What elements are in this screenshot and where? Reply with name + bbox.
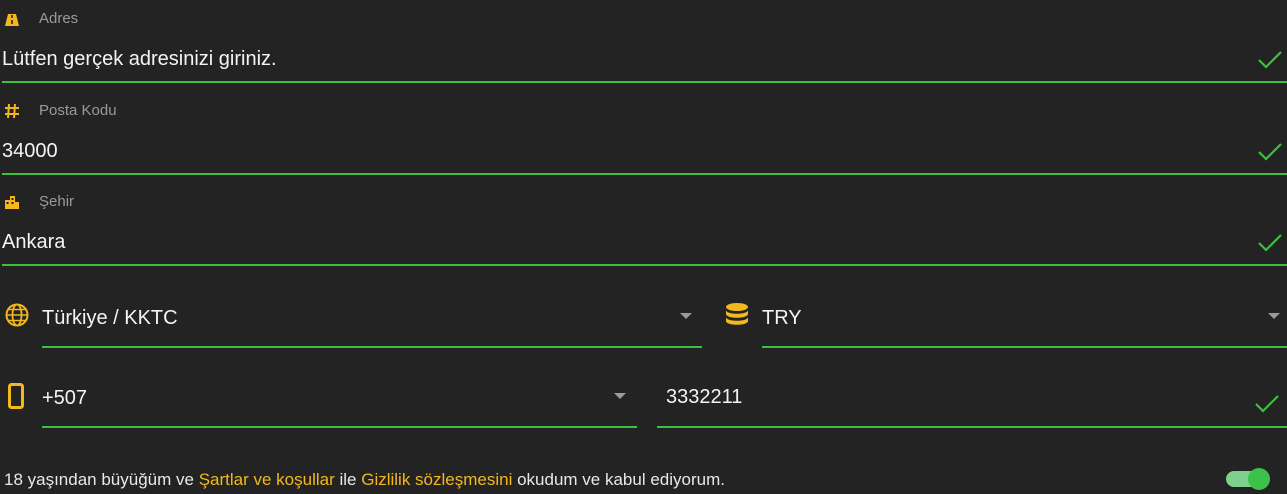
city-icon bbox=[5, 196, 19, 209]
address-field: Adres bbox=[0, 8, 1287, 86]
city-field: Şehir bbox=[0, 191, 1287, 269]
hash-icon bbox=[5, 103, 19, 119]
terms-conditions-link[interactable]: Şartlar ve koşullar bbox=[199, 470, 335, 489]
check-icon bbox=[1255, 395, 1279, 413]
phone-code-underline bbox=[42, 426, 637, 428]
terms-suffix: okudum ve kabul ediyorum. bbox=[512, 470, 725, 489]
phone-number-input[interactable] bbox=[666, 386, 1226, 409]
terms-middle: ile bbox=[334, 470, 362, 489]
road-icon bbox=[5, 14, 19, 26]
phone-code-value: +507 bbox=[42, 387, 88, 409]
currency-value: TRY bbox=[762, 307, 802, 329]
check-icon bbox=[1258, 234, 1282, 252]
phone-number-field bbox=[657, 380, 1287, 432]
terms-toggle[interactable] bbox=[1226, 468, 1270, 490]
chevron-down-icon[interactable] bbox=[680, 313, 692, 319]
postal-code-input[interactable] bbox=[2, 140, 1232, 163]
privacy-agreement-link[interactable]: Gizlilik sözleşmesini bbox=[361, 470, 512, 489]
currency-underline bbox=[762, 346, 1287, 348]
postal-code-label: Posta Kodu bbox=[39, 102, 117, 119]
globe-icon bbox=[5, 303, 29, 327]
terms-text: 18 yaşından büyüğüm ve Şartlar ve koşull… bbox=[4, 470, 725, 490]
phone-code-select[interactable]: +507 bbox=[0, 380, 640, 432]
city-input[interactable] bbox=[2, 231, 1232, 254]
toggle-knob bbox=[1248, 468, 1270, 490]
check-icon bbox=[1258, 51, 1282, 69]
mobile-icon bbox=[8, 383, 24, 409]
city-label: Şehir bbox=[39, 193, 75, 210]
phone-number-underline bbox=[657, 426, 1287, 428]
country-underline bbox=[42, 346, 702, 348]
city-underline bbox=[2, 264, 1287, 266]
address-underline bbox=[2, 81, 1287, 83]
check-icon bbox=[1258, 143, 1282, 161]
coins-icon bbox=[726, 303, 748, 325]
terms-prefix: 18 yaşından büyüğüm ve bbox=[4, 470, 199, 489]
postal-code-underline bbox=[2, 173, 1287, 175]
currency-select[interactable]: TRY bbox=[720, 300, 1287, 352]
postal-code-field: Posta Kodu bbox=[0, 100, 1287, 178]
address-input[interactable] bbox=[2, 48, 1232, 71]
country-value: Türkiye / KKTC bbox=[42, 307, 178, 329]
chevron-down-icon[interactable] bbox=[614, 393, 626, 399]
chevron-down-icon[interactable] bbox=[1268, 313, 1280, 319]
country-select[interactable]: Türkiye / KKTC bbox=[0, 300, 705, 352]
address-label: Adres bbox=[39, 10, 79, 27]
